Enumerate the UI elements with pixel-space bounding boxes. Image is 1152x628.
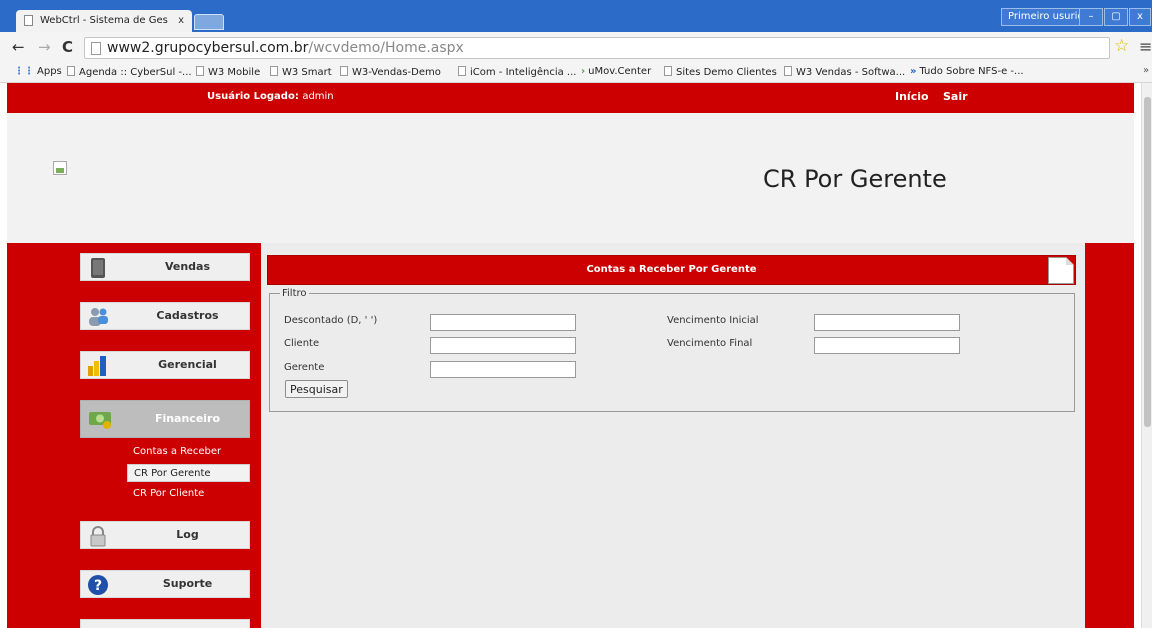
chrome-menu-icon[interactable]: ≡ — [1139, 37, 1152, 56]
bookmark-item[interactable]: W3 Vendas - Softwa... — [784, 66, 905, 78]
bookmark-item[interactable]: W3 Mobile — [196, 66, 260, 78]
bookmarks-overflow-icon[interactable]: » — [1143, 65, 1149, 76]
scrollbar-thumb[interactable] — [1144, 97, 1151, 427]
sidebar-item-log[interactable]: Log — [80, 521, 250, 549]
url-bar[interactable]: www2.grupocybersul.com.br/wcvdemo/Home.a… — [84, 37, 1110, 59]
bookmark-star-icon[interactable]: ☆ — [1114, 36, 1129, 56]
page-icon — [24, 15, 33, 26]
cliente-label: Cliente — [284, 338, 320, 349]
close-window-button[interactable]: x — [1129, 8, 1151, 26]
page-title: CR Por Gerente — [763, 165, 947, 193]
page-header: CR Por Gerente — [7, 113, 1134, 243]
vencimento-final-label: Vencimento Final — [667, 338, 753, 349]
page-icon — [664, 66, 672, 76]
browser-titlebar: WebCtrl - Sistema de Ges x Primeiro usur… — [0, 0, 1152, 32]
bookmark-item[interactable]: › uMov.Center — [581, 66, 651, 77]
bookmark-item[interactable]: W3-Vendas-Demo — [340, 66, 441, 78]
page-icon — [270, 66, 278, 76]
descontado-input[interactable] — [430, 314, 576, 331]
logged-user: Usuário Logado: admin — [207, 91, 334, 102]
page-info-icon — [91, 42, 101, 55]
bookmarks-bar: ⋮⋮ Apps Agenda :: CyberSul -... W3 Mobile… — [0, 62, 1152, 83]
submenu-cr-por-cliente[interactable]: CR Por Cliente — [127, 485, 250, 503]
pesquisar-button[interactable]: Pesquisar — [285, 380, 348, 398]
vencimento-final-input[interactable] — [814, 337, 960, 354]
sidebar-item-suporte[interactable]: ? Suporte — [80, 570, 250, 598]
sidebar-item-more[interactable] — [80, 619, 250, 628]
tab-close-icon[interactable]: x — [178, 10, 184, 32]
sidebar-item-gerencial[interactable]: Gerencial — [80, 351, 250, 379]
vencimento-inicial-label: Vencimento Inicial — [667, 315, 759, 326]
page-scrollbar[interactable] — [1141, 83, 1152, 628]
new-tab-button[interactable] — [194, 14, 224, 30]
sidebar-item-cadastros[interactable]: Cadastros — [80, 302, 250, 330]
umov-icon: › — [581, 66, 586, 77]
help-icon: ? — [88, 575, 108, 595]
bookmark-apps[interactable]: ⋮⋮ Apps — [14, 66, 62, 77]
export-document-icon[interactable] — [1048, 257, 1074, 284]
page-icon — [196, 66, 204, 76]
cliente-input[interactable] — [430, 337, 576, 354]
page-icon — [67, 66, 75, 76]
bookmark-item[interactable]: Agenda :: CyberSul -... — [67, 66, 192, 78]
apps-grid-icon: ⋮⋮ — [14, 66, 34, 77]
main-body: Vendas Cadastros Gerencial Financeiro Co… — [7, 243, 1134, 628]
bookmark-item[interactable]: W3 Smart — [270, 66, 332, 78]
bookmark-item[interactable]: » Tudo Sobre NFS-e -... — [910, 66, 1024, 77]
page-icon — [458, 66, 466, 76]
logged-user-value: admin — [302, 91, 334, 102]
minimize-button[interactable]: – — [1079, 8, 1103, 26]
tablet-icon — [91, 258, 105, 278]
page-icon — [784, 66, 792, 76]
lock-icon — [90, 526, 106, 547]
reload-icon[interactable]: C — [62, 38, 73, 56]
back-icon[interactable]: ← — [12, 38, 25, 56]
url-host: www2.grupocybersul.com.br — [107, 40, 309, 56]
top-bar: Usuário Logado: admin Início Sair — [7, 83, 1134, 113]
panel-title: Contas a Receber Por Gerente — [267, 255, 1076, 285]
nfse-icon: » — [910, 66, 917, 77]
descontado-label: Descontado (D, ' ') — [284, 315, 378, 326]
bookmark-item[interactable]: iCom - Inteligência ... — [458, 66, 576, 78]
filter-legend: Filtro — [282, 288, 307, 299]
profile-button[interactable]: Primeiro usurio — [1001, 8, 1091, 26]
page-icon — [340, 66, 348, 76]
users-icon — [89, 308, 108, 326]
money-icon — [89, 412, 111, 429]
restore-button[interactable]: ▢ — [1104, 8, 1128, 26]
inicio-link[interactable]: Início — [895, 90, 929, 103]
browser-tab[interactable]: WebCtrl - Sistema de Ges x — [16, 10, 192, 32]
sidebar-item-vendas[interactable]: Vendas — [80, 253, 250, 281]
sair-link[interactable]: Sair — [943, 90, 968, 103]
page-viewport: Usuário Logado: admin Início Sair CR Por… — [0, 83, 1152, 628]
svg-text:?: ? — [94, 578, 102, 594]
submenu-cr-por-gerente[interactable]: CR Por Gerente — [127, 464, 250, 482]
gerente-input[interactable] — [430, 361, 576, 378]
broken-logo-icon — [53, 161, 67, 175]
tab-title: WebCtrl - Sistema de Ges — [40, 15, 168, 26]
url-path: /wcvdemo/Home.aspx — [308, 40, 464, 56]
bar-chart-icon — [88, 356, 106, 376]
vencimento-inicial-input[interactable] — [814, 314, 960, 331]
forward-icon[interactable]: → — [38, 38, 51, 56]
submenu-contas-a-receber[interactable]: Contas a Receber — [127, 443, 250, 461]
bookmark-item[interactable]: Sites Demo Clientes — [664, 66, 777, 78]
sidebar-item-financeiro[interactable]: Financeiro — [80, 400, 250, 438]
gerente-label: Gerente — [284, 362, 325, 373]
